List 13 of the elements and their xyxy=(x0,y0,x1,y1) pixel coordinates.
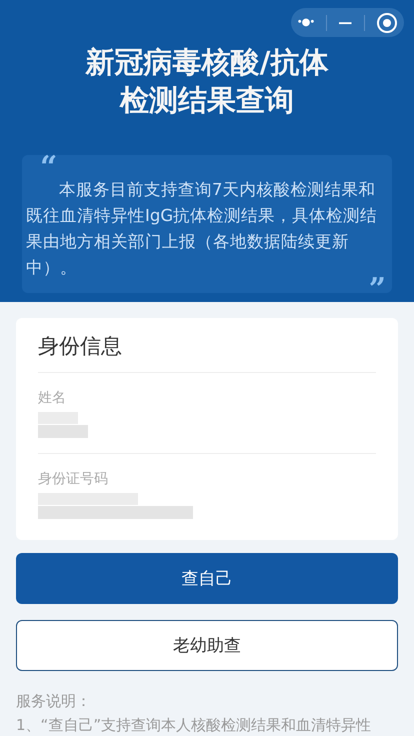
section-heading: 身份信息 xyxy=(38,332,376,373)
field-label: 姓名 xyxy=(38,389,67,407)
page-title: 新冠病毒核酸/抗体 xyxy=(86,44,328,81)
service-note: 服务说明： xyxy=(16,691,92,712)
query-button[interactable]: 老幼助查 xyxy=(16,620,398,671)
page-title: 检测结果查询 xyxy=(120,82,294,119)
query-button[interactable]: 查自己 xyxy=(16,553,398,604)
field-label: 身份证号码 xyxy=(38,470,109,488)
more-button[interactable]: •●• xyxy=(296,17,314,28)
close-icon[interactable] xyxy=(376,12,398,34)
service-note: 1、“查自己”支持查询本人核酸检测结果和血清特异性 xyxy=(16,715,372,736)
minimize-button[interactable]: — xyxy=(338,14,352,30)
close-quote: ” xyxy=(368,275,386,305)
